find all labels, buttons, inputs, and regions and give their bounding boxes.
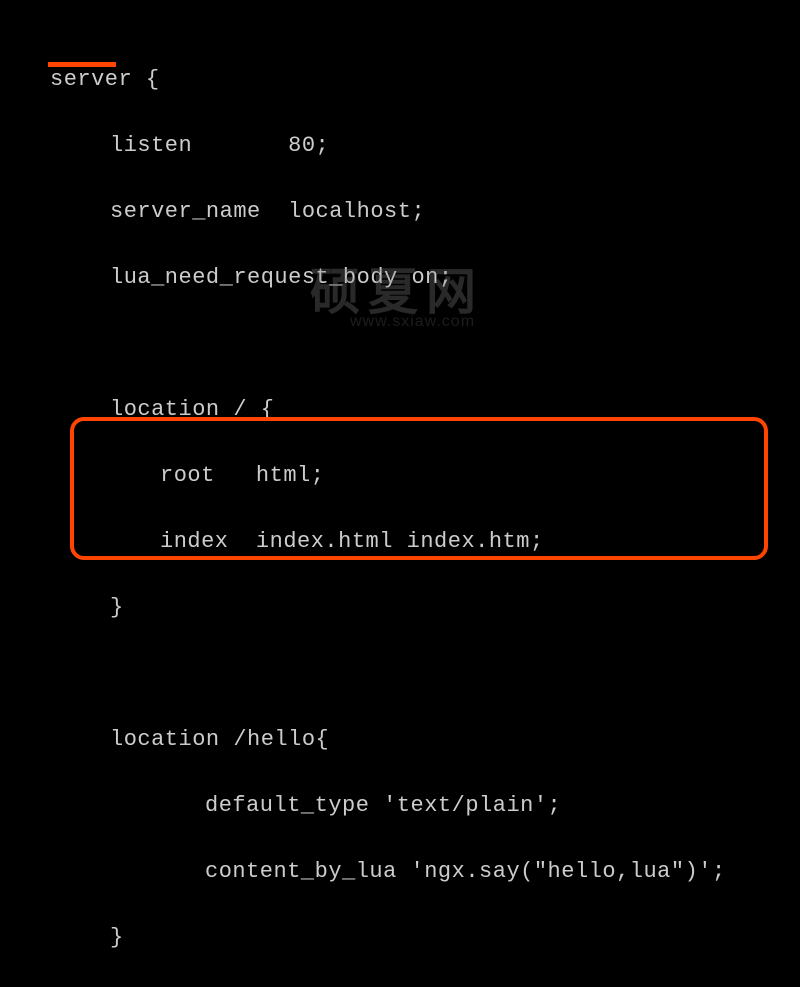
server-underline-accent: [48, 62, 116, 67]
code-line: default_type 'text/plain';: [50, 789, 800, 822]
code-line: location /hello{: [50, 723, 800, 756]
code-line: }: [50, 921, 800, 954]
code-line: content_by_lua 'ngx.say("hello,lua")';: [50, 855, 800, 888]
highlight-box: [70, 417, 768, 560]
code-line: listen 80;: [50, 129, 800, 162]
code-line: lua_need_request_body on;: [50, 261, 800, 294]
code-line: server {: [50, 63, 800, 96]
code-line: }: [50, 591, 800, 624]
code-line: server_name localhost;: [50, 195, 800, 228]
